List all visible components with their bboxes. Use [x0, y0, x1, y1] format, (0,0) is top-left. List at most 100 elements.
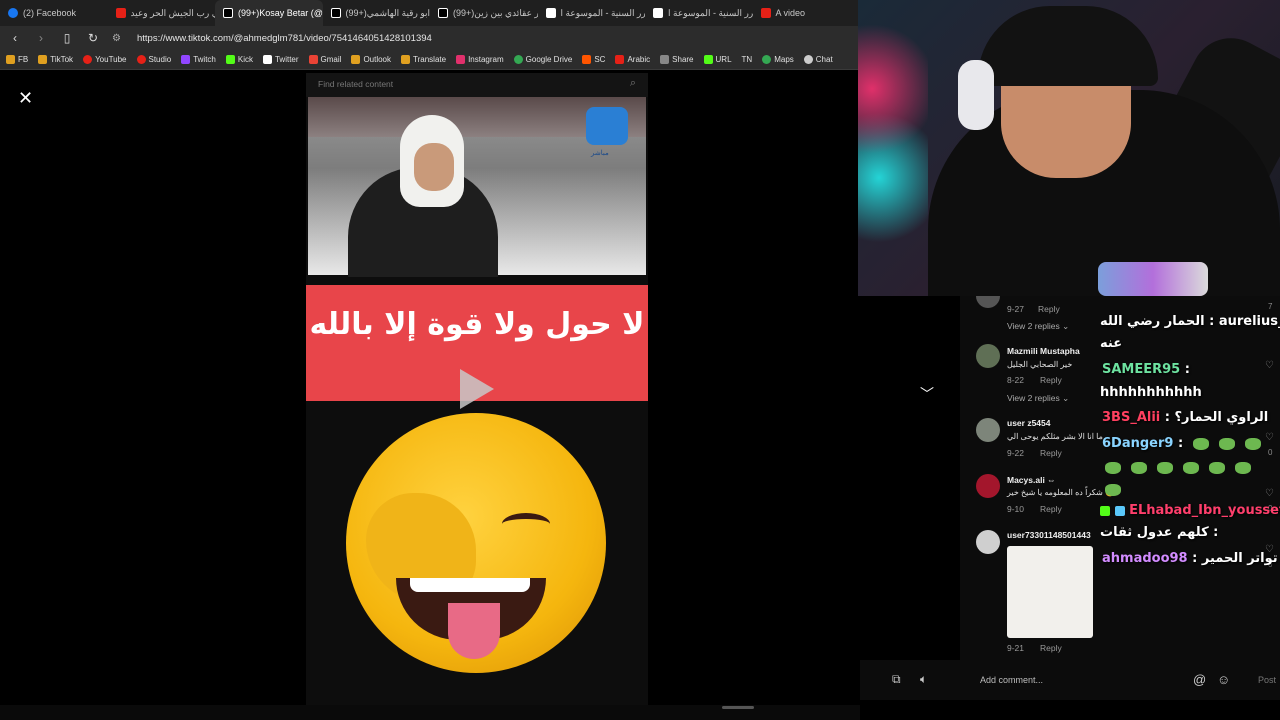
- chat-message: SAMEER95 :: [1102, 362, 1190, 377]
- headphones: [958, 60, 994, 130]
- frog-emote: [1105, 483, 1121, 496]
- tab-tiktok-3[interactable]: (99+)حوار عقائدي بين زين...: [430, 0, 538, 26]
- like-heart-icon[interactable]: ♡: [1265, 360, 1274, 371]
- bookmark-kick[interactable]: Kick: [225, 55, 253, 64]
- bookmarks-bar: FB TikTok YouTube Studio Twitch Kick Twi…: [0, 50, 860, 70]
- comment-date: 9-21: [1007, 643, 1025, 653]
- volume-icon[interactable]: 🔈︎: [920, 672, 927, 687]
- reply-link[interactable]: Reply: [1038, 304, 1060, 314]
- caption-text: لا حول ولا قوة إلا بالله: [309, 307, 645, 342]
- bookmark-twitter[interactable]: Twitter: [262, 55, 299, 64]
- tab-facebook[interactable]: (2) Facebook: [0, 0, 108, 26]
- view-replies-link[interactable]: View 2 replies ⌄: [1007, 393, 1069, 404]
- bookmark-chat[interactable]: Chat: [803, 55, 833, 64]
- next-video-icon[interactable]: ﹀: [920, 384, 934, 404]
- bookmark-icon[interactable]: ▯: [60, 31, 74, 45]
- frog-emote: [1192, 437, 1209, 450]
- tab-tiktok-active[interactable]: (99+)Kosay Betar (@...✕: [215, 0, 323, 26]
- forward-icon[interactable]: ›: [34, 31, 48, 45]
- like-heart-icon[interactable]: ♡: [1265, 432, 1274, 443]
- chat-message-text: الراوي الحمار؟: [1174, 410, 1269, 425]
- reply-link[interactable]: Reply: [1040, 448, 1062, 458]
- folder-icon: [351, 55, 361, 64]
- close-icon[interactable]: ✕: [18, 88, 33, 109]
- view-replies-link[interactable]: View 2 replies ⌄: [1007, 321, 1069, 332]
- bookmark-studio[interactable]: Studio: [136, 55, 171, 64]
- back-icon[interactable]: ‹: [8, 31, 22, 45]
- chat-message: 3BS_Alii : الراوي الحمار؟: [1102, 410, 1269, 425]
- comment-date: 9-10: [1007, 504, 1025, 514]
- chat-message-text: الحمار رضي الله: [1100, 314, 1205, 329]
- reload-icon[interactable]: ↻: [86, 31, 100, 45]
- instagram-icon: [456, 55, 466, 64]
- frog-emote: [1218, 437, 1235, 450]
- tab-youtube-2[interactable]: A video: [753, 0, 861, 26]
- search-strip: Find related content ⌕: [306, 73, 648, 97]
- url-field[interactable]: https://www.tiktok.com/@ahmedglm781/vide…: [137, 33, 432, 44]
- frog-emote: [1183, 461, 1199, 474]
- maps-icon: [762, 55, 772, 64]
- like-heart-icon[interactable]: ♡: [1265, 488, 1274, 499]
- bookmark-url[interactable]: URL: [703, 55, 732, 64]
- video-player[interactable]: Find related content ⌕ مباشر لا حول ولا …: [306, 73, 648, 707]
- kick-icon: [225, 55, 235, 64]
- gmail-icon: [308, 55, 318, 64]
- avatar[interactable]: [976, 344, 1000, 368]
- play-icon[interactable]: [460, 369, 494, 409]
- post-button[interactable]: Post: [1258, 675, 1276, 685]
- comment-username[interactable]: Mazmili Mustapha: [1007, 346, 1080, 356]
- comment-date: 9-27: [1007, 304, 1025, 314]
- frog-emote: [1235, 461, 1251, 474]
- bookmark-google-drive[interactable]: Google Drive: [513, 55, 572, 64]
- find-related-search[interactable]: Find related content: [318, 79, 393, 89]
- bookmark-maps[interactable]: Maps: [762, 55, 794, 64]
- chat-username: 3BS_Alii: [1102, 410, 1161, 425]
- reply-link[interactable]: Reply: [1040, 375, 1062, 385]
- add-comment-input[interactable]: Add comment...: [980, 675, 1043, 685]
- bookmark-youtube[interactable]: YouTube: [83, 55, 127, 64]
- avatar[interactable]: [976, 418, 1000, 442]
- mention-icon[interactable]: @: [1193, 672, 1206, 687]
- reply-link[interactable]: Reply: [1040, 643, 1062, 653]
- comment-username[interactable]: Macys.ali ⇔: [1007, 475, 1056, 485]
- emoji-tongue: [448, 603, 500, 659]
- bookmark-instagram[interactable]: Instagram: [456, 55, 504, 64]
- comment-text: شكراً ده المعلومه يا شيخ خير 😀: [1007, 488, 1115, 497]
- bookmark-translate[interactable]: Translate: [401, 55, 446, 64]
- comment-image-attachment[interactable]: [1007, 546, 1093, 638]
- folder-icon: [401, 55, 411, 64]
- chat-message-continuation: عنه: [1100, 336, 1123, 351]
- tab-dorar-1[interactable]: الدرر السنية - الموسوعة ا...: [538, 0, 645, 26]
- bookmark-twitch[interactable]: Twitch: [181, 55, 216, 64]
- bookmark-tiktok[interactable]: TikTok: [38, 55, 73, 64]
- emoji-teeth: [410, 578, 530, 592]
- bookmark-sc[interactable]: SC: [582, 55, 605, 64]
- comment-date: 9-22: [1007, 448, 1025, 458]
- scrollbar-thumb[interactable]: [722, 706, 754, 709]
- tab-tiktok-2[interactable]: (99+)ابو رقية الهاشمي (@: [323, 0, 430, 26]
- bookmark-fb[interactable]: FB: [6, 55, 28, 64]
- bookmark-share[interactable]: Share: [660, 55, 694, 64]
- tab-youtube-1[interactable]: عيني رب الجيش الحر وعيد...: [108, 0, 215, 26]
- bookmark-arabic[interactable]: Arabic: [615, 55, 650, 64]
- chat-emote-row: [1100, 460, 1256, 475]
- picture-in-picture-icon[interactable]: ⧉: [892, 672, 901, 687]
- reply-link[interactable]: Reply: [1040, 504, 1062, 514]
- bookmark-tn[interactable]: TN: [742, 55, 753, 64]
- twitch-icon: [181, 55, 191, 64]
- frog-emote: [1105, 461, 1121, 474]
- badge-icon: [1114, 505, 1125, 516]
- search-icon[interactable]: ⌕: [630, 77, 636, 90]
- streamer-cap: [978, 6, 1158, 86]
- emoji-picker-icon[interactable]: ☺: [1217, 672, 1230, 687]
- comment-text: ما انا الا بشر مثلكم يوحى الي: [1007, 432, 1103, 441]
- comment-username[interactable]: user z5454: [1007, 418, 1050, 428]
- bookmark-outlook[interactable]: Outlook: [351, 55, 391, 64]
- bookmark-gmail[interactable]: Gmail: [308, 55, 341, 64]
- comment-username[interactable]: user73301148501443: [1007, 530, 1091, 540]
- avatar[interactable]: [976, 474, 1000, 498]
- google-icon: [513, 55, 523, 64]
- tab-dorar-2[interactable]: الدرر السنية - الموسوعة ا...: [645, 0, 753, 26]
- avatar[interactable]: [976, 530, 1000, 554]
- site-info-icon[interactable]: ⚙: [112, 33, 121, 44]
